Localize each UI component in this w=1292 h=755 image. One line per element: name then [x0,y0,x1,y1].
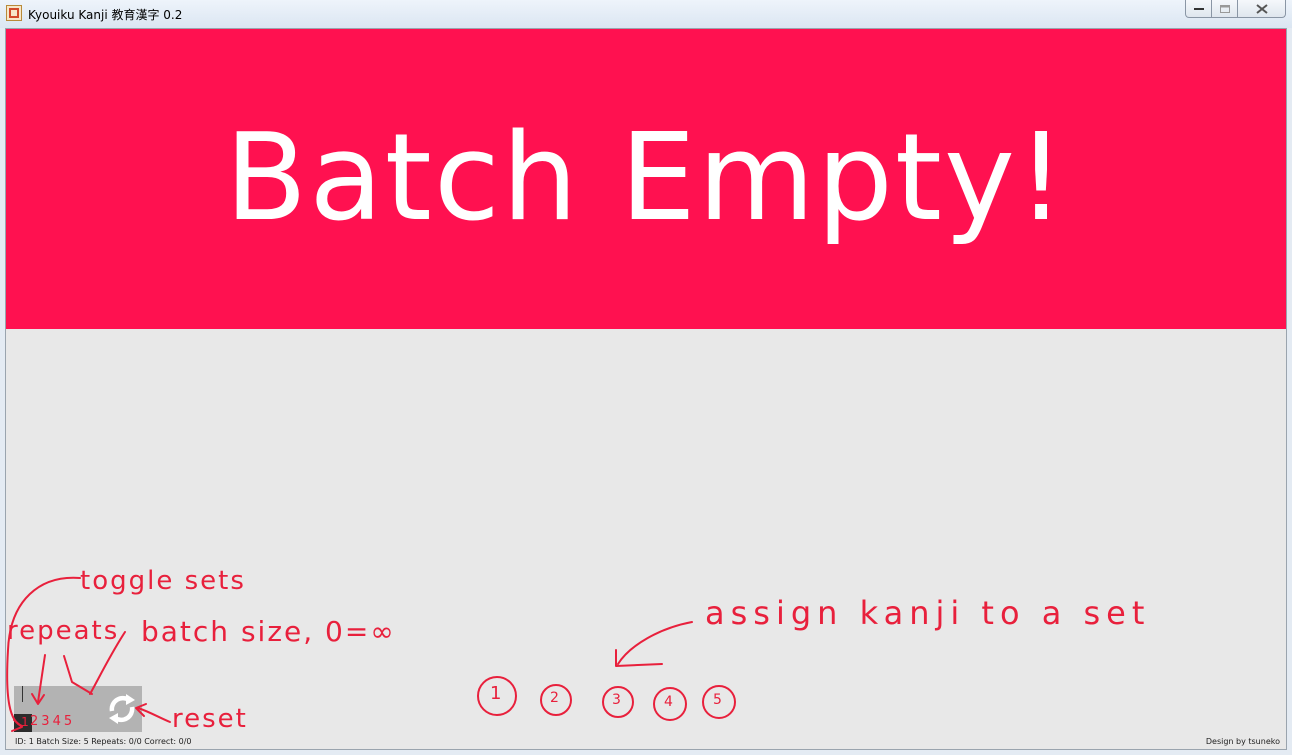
text-cursor [22,686,23,702]
maximize-icon [1219,4,1230,13]
close-icon [1255,3,1268,14]
window-title: Kyouiku Kanji 教育漢字 0.2 [28,8,183,22]
batch-size-input[interactable] [14,686,74,706]
minimize-icon [1193,7,1204,10]
set-toggle-label: 1 [21,715,29,729]
close-button[interactable] [1237,0,1286,18]
title-bar: Kyouiku Kanji 教育漢字 0.2 [0,0,1292,28]
maximize-button[interactable] [1211,0,1238,18]
status-line: ID: 1 Batch Size: 5 Repeats: 0/0 Correct… [15,737,192,746]
app-icon [6,5,22,21]
status-banner: Batch Empty! [6,29,1286,329]
reset-button[interactable] [104,691,140,727]
main-panel: Batch Empty! ID: 1 Batch Size: 5 Repeats… [5,28,1287,750]
credit-text: Design by tsuneko [1205,737,1280,746]
minimize-button[interactable] [1185,0,1212,18]
banner-text: Batch Empty! [224,109,1068,248]
